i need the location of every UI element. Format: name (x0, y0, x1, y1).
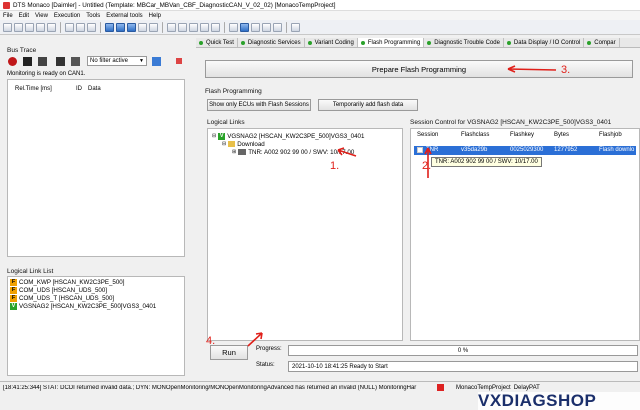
annotation-arrows (247, 65, 557, 347)
arrow-4 (247, 332, 263, 347)
watermark-logo: VXDIAGSHOP (478, 392, 640, 410)
delay-indicator: DelayPAT (513, 384, 540, 391)
arrow-3 (507, 68, 557, 71)
project-name: MonacoTempProject (456, 384, 511, 391)
arrow-2 (424, 147, 432, 178)
status-message: [18:41:25:344] STAT: DCDI returned inval… (3, 384, 417, 391)
arrow-1 (337, 147, 357, 157)
error-icon[interactable] (437, 384, 444, 391)
